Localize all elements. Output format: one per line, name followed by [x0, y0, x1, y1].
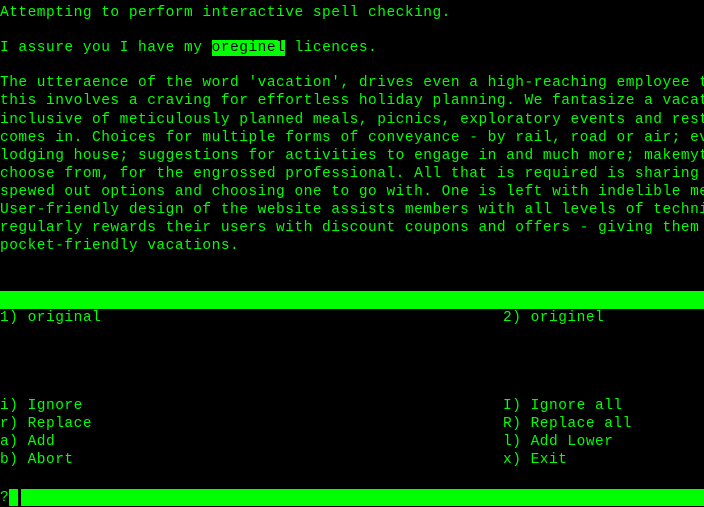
paragraph-line: spewed out options and choosing one to g… [0, 183, 704, 201]
cursor [9, 489, 18, 506]
paragraph-line: The utteraence of the word 'vacation', d… [0, 74, 704, 92]
misspelled-word: oreginel [212, 40, 286, 56]
paragraph-line: choose from, for the engrossed professio… [0, 165, 704, 183]
context-suffix: licences. [285, 40, 377, 56]
cmd-add-lower[interactable]: l) Add Lower [503, 433, 704, 451]
cmd-abort[interactable]: b) Abort [0, 451, 503, 469]
cmd-replace[interactable]: r) Replace [0, 415, 503, 433]
context-prefix: I assure you I have my [0, 40, 212, 56]
cmd-ignore-all[interactable]: I) Ignore all [503, 397, 704, 415]
paragraph-line: User-friendly design of the website assi… [0, 201, 704, 219]
prompt-line[interactable]: ? [0, 489, 704, 507]
cmd-exit[interactable]: x) Exit [503, 451, 704, 469]
cmd-add[interactable]: a) Add [0, 433, 503, 451]
paragraph-line: this involves a craving for effortless h… [0, 92, 704, 110]
paragraph-line: regularly rewards their users with disco… [0, 219, 704, 237]
paragraph-line: inclusive of meticulously planned meals,… [0, 111, 704, 129]
cmd-replace-all[interactable]: R) Replace all [503, 415, 704, 433]
paragraph-line: pocket-friendly vacations. [0, 237, 704, 255]
paragraph-line: lodging house; suggestions for activitie… [0, 147, 704, 165]
suggestion-1[interactable]: 1) original [0, 309, 503, 327]
cmd-ignore[interactable]: i) Ignore [0, 397, 503, 415]
prompt-symbol: ? [0, 489, 9, 507]
prompt-fill [21, 489, 704, 506]
status-line: Attempting to perform interactive spell … [0, 4, 704, 22]
terminal-screen: Attempting to perform interactive spell … [0, 0, 704, 507]
paragraph-line: comes in. Choices for multiple forms of … [0, 129, 704, 147]
separator-bar [0, 291, 704, 309]
context-line: I assure you I have my oreginel licences… [0, 39, 704, 57]
suggestion-2[interactable]: 2) originel [503, 309, 704, 327]
